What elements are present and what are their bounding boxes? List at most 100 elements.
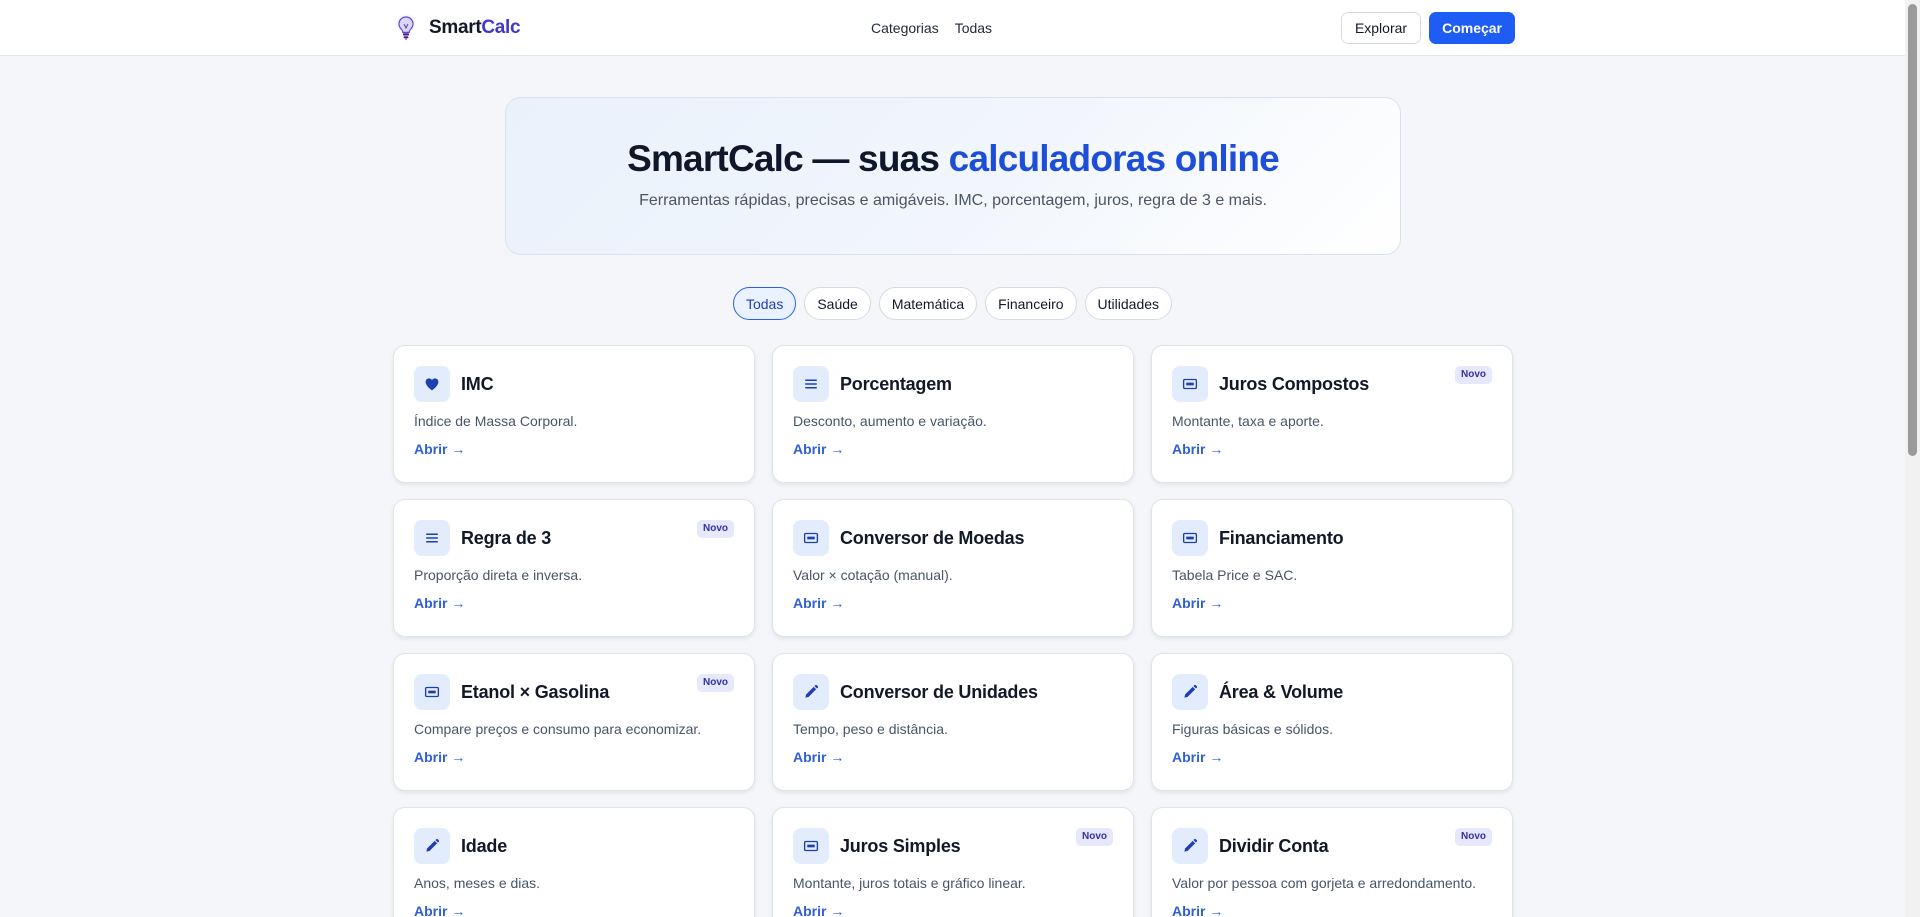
card-open-link[interactable]: Abrir → — [414, 903, 465, 917]
calculator-card[interactable]: Juros Compostos Montante, taxa e aporte.… — [1151, 345, 1513, 483]
card-open-link[interactable]: Abrir → — [1172, 595, 1223, 611]
calculator-card[interactable]: Conversor de Moedas Valor × cotação (man… — [772, 499, 1134, 637]
card-icon-box — [1172, 366, 1208, 402]
calculator-card[interactable]: Etanol × Gasolina Compare preços e consu… — [393, 653, 755, 791]
card-open-link[interactable]: Abrir → — [1172, 441, 1223, 457]
card-open-link[interactable]: Abrir → — [414, 749, 465, 765]
card-icon-box — [1172, 520, 1208, 556]
card-open-link[interactable]: Abrir → — [793, 441, 844, 457]
calculator-card[interactable]: IMC Índice de Massa Corporal. Abrir → — [393, 345, 755, 483]
nav-link-todas[interactable]: Todas — [955, 20, 992, 36]
calculator-card[interactable]: Financiamento Tabela Price e SAC. Abrir … — [1151, 499, 1513, 637]
filter-chip-utilidades[interactable]: Utilidades — [1084, 287, 1173, 320]
pencil-icon — [1184, 684, 1198, 698]
brand-name-suffix: Calc — [481, 17, 521, 38]
calculator-card[interactable]: Juros Simples Montante, juros totais e g… — [772, 807, 1134, 917]
calculator-card[interactable]: Idade Anos, meses e dias. Abrir → — [393, 807, 755, 917]
new-badge: Novo — [697, 520, 734, 538]
card-description: Tempo, peso e distância. — [793, 721, 948, 737]
banknote-icon — [1182, 532, 1198, 544]
navbar-container: SmartCalc Categorias Todas Explorar Come… — [393, 0, 1515, 56]
calculator-card[interactable]: Porcentagem Desconto, aumento e variação… — [772, 345, 1134, 483]
hero-banner: SmartCalc — suas calculadoras online Fer… — [505, 97, 1401, 255]
new-badge: Novo — [697, 674, 734, 692]
list-icon — [805, 379, 817, 389]
card-header: Dividir Conta — [1172, 828, 1492, 864]
card-title: Área & Volume — [1219, 681, 1344, 702]
card-description: Figuras básicas e sólidos. — [1172, 721, 1334, 737]
brand-home-link[interactable]: SmartCalc — [393, 13, 521, 43]
card-description: Valor × cotação (manual). — [793, 567, 953, 583]
card-icon-box — [414, 674, 450, 710]
pencil-icon — [1184, 838, 1198, 852]
card-title: Juros Simples — [840, 835, 961, 856]
card-title: Conversor de Unidades — [840, 681, 1038, 702]
filter-chip-financeiro[interactable]: Financeiro — [985, 287, 1077, 320]
main-nav: Categorias Todas — [871, 0, 992, 56]
card-header: Regra de 3 — [414, 520, 734, 556]
pencil-icon — [426, 838, 440, 852]
calculator-card[interactable]: Regra de 3 Proporção direta e inversa. A… — [393, 499, 755, 637]
card-icon-box — [793, 828, 829, 864]
card-header: Etanol × Gasolina — [414, 674, 734, 710]
card-header: Conversor de Unidades — [793, 674, 1113, 710]
card-header: Financiamento — [1172, 520, 1492, 556]
heart-icon — [425, 378, 439, 391]
card-open-link[interactable]: Abrir → — [1172, 749, 1223, 765]
calculator-card[interactable]: Área & Volume Figuras básicas e sólidos.… — [1151, 653, 1513, 791]
card-description: Índice de Massa Corporal. — [414, 413, 578, 429]
filter-chip-saude[interactable]: Saúde — [804, 287, 871, 320]
card-header: IMC — [414, 366, 734, 402]
card-header: Porcentagem — [793, 366, 1113, 402]
scrollbar-thumb[interactable] — [1908, 4, 1917, 456]
banknote-icon — [424, 686, 440, 698]
page-scrollbar[interactable] — [1905, 0, 1920, 917]
start-button[interactable]: Começar — [1429, 12, 1515, 44]
card-description: Desconto, aumento e variação. — [793, 413, 987, 429]
banknote-icon — [803, 532, 819, 544]
card-header: Conversor de Moedas — [793, 520, 1113, 556]
card-open-link[interactable]: Abrir → — [793, 903, 844, 917]
filter-chip-todas[interactable]: Todas — [732, 287, 797, 320]
nav-link-categorias[interactable]: Categorias — [871, 20, 939, 36]
banknote-icon — [803, 840, 819, 852]
card-open-link[interactable]: Abrir → — [1172, 903, 1223, 917]
brand-name-prefix: Smart — [429, 17, 482, 38]
explore-button[interactable]: Explorar — [1340, 12, 1422, 44]
card-open-link[interactable]: Abrir → — [793, 749, 844, 765]
calculator-card[interactable]: Dividir Conta Valor por pessoa com gorje… — [1151, 807, 1513, 917]
card-description: Proporção direta e inversa. — [414, 567, 583, 583]
hero-title-main: SmartCalc — suas — [627, 138, 949, 179]
card-open-link[interactable]: Abrir → — [793, 595, 844, 611]
card-icon-box — [793, 520, 829, 556]
brand-name: SmartCalc — [429, 17, 521, 39]
card-title: Etanol × Gasolina — [461, 681, 610, 702]
top-navbar: SmartCalc Categorias Todas Explorar Come… — [0, 0, 1905, 56]
card-icon-box — [793, 366, 829, 402]
banknote-icon — [1182, 378, 1198, 390]
new-badge: Novo — [1076, 828, 1113, 846]
new-badge: Novo — [1455, 366, 1492, 384]
filter-chip-matematica[interactable]: Matemática — [878, 287, 978, 320]
list-icon — [426, 533, 438, 543]
category-filters: Todas Saúde Matemática Financeiro Utilid… — [0, 287, 1905, 320]
card-title: Juros Compostos — [1219, 373, 1370, 394]
card-icon-box — [414, 366, 450, 402]
card-open-link[interactable]: Abrir → — [414, 441, 465, 457]
hero-title-accent: calculadoras online — [948, 138, 1280, 179]
hero-title: SmartCalc — suas calculadoras online — [506, 138, 1400, 180]
card-title: Idade — [461, 835, 508, 856]
card-header: Idade — [414, 828, 734, 864]
hero-subtitle: Ferramentas rápidas, precisas e amigávei… — [639, 192, 1267, 209]
lightbulb-logo-icon — [394, 14, 418, 41]
card-icon-box — [414, 520, 450, 556]
card-open-link[interactable]: Abrir → — [414, 595, 465, 611]
card-icon-box — [1172, 828, 1208, 864]
header-actions: Explorar Começar — [1340, 12, 1515, 44]
card-description: Tabela Price e SAC. — [1172, 567, 1298, 583]
card-title: Dividir Conta — [1219, 835, 1329, 856]
calculator-card[interactable]: Conversor de Unidades Tempo, peso e dist… — [772, 653, 1134, 791]
card-icon-box — [793, 674, 829, 710]
card-header: Área & Volume — [1172, 674, 1492, 710]
calculator-grid: IMC Índice de Massa Corporal. Abrir → Po… — [393, 345, 1513, 917]
